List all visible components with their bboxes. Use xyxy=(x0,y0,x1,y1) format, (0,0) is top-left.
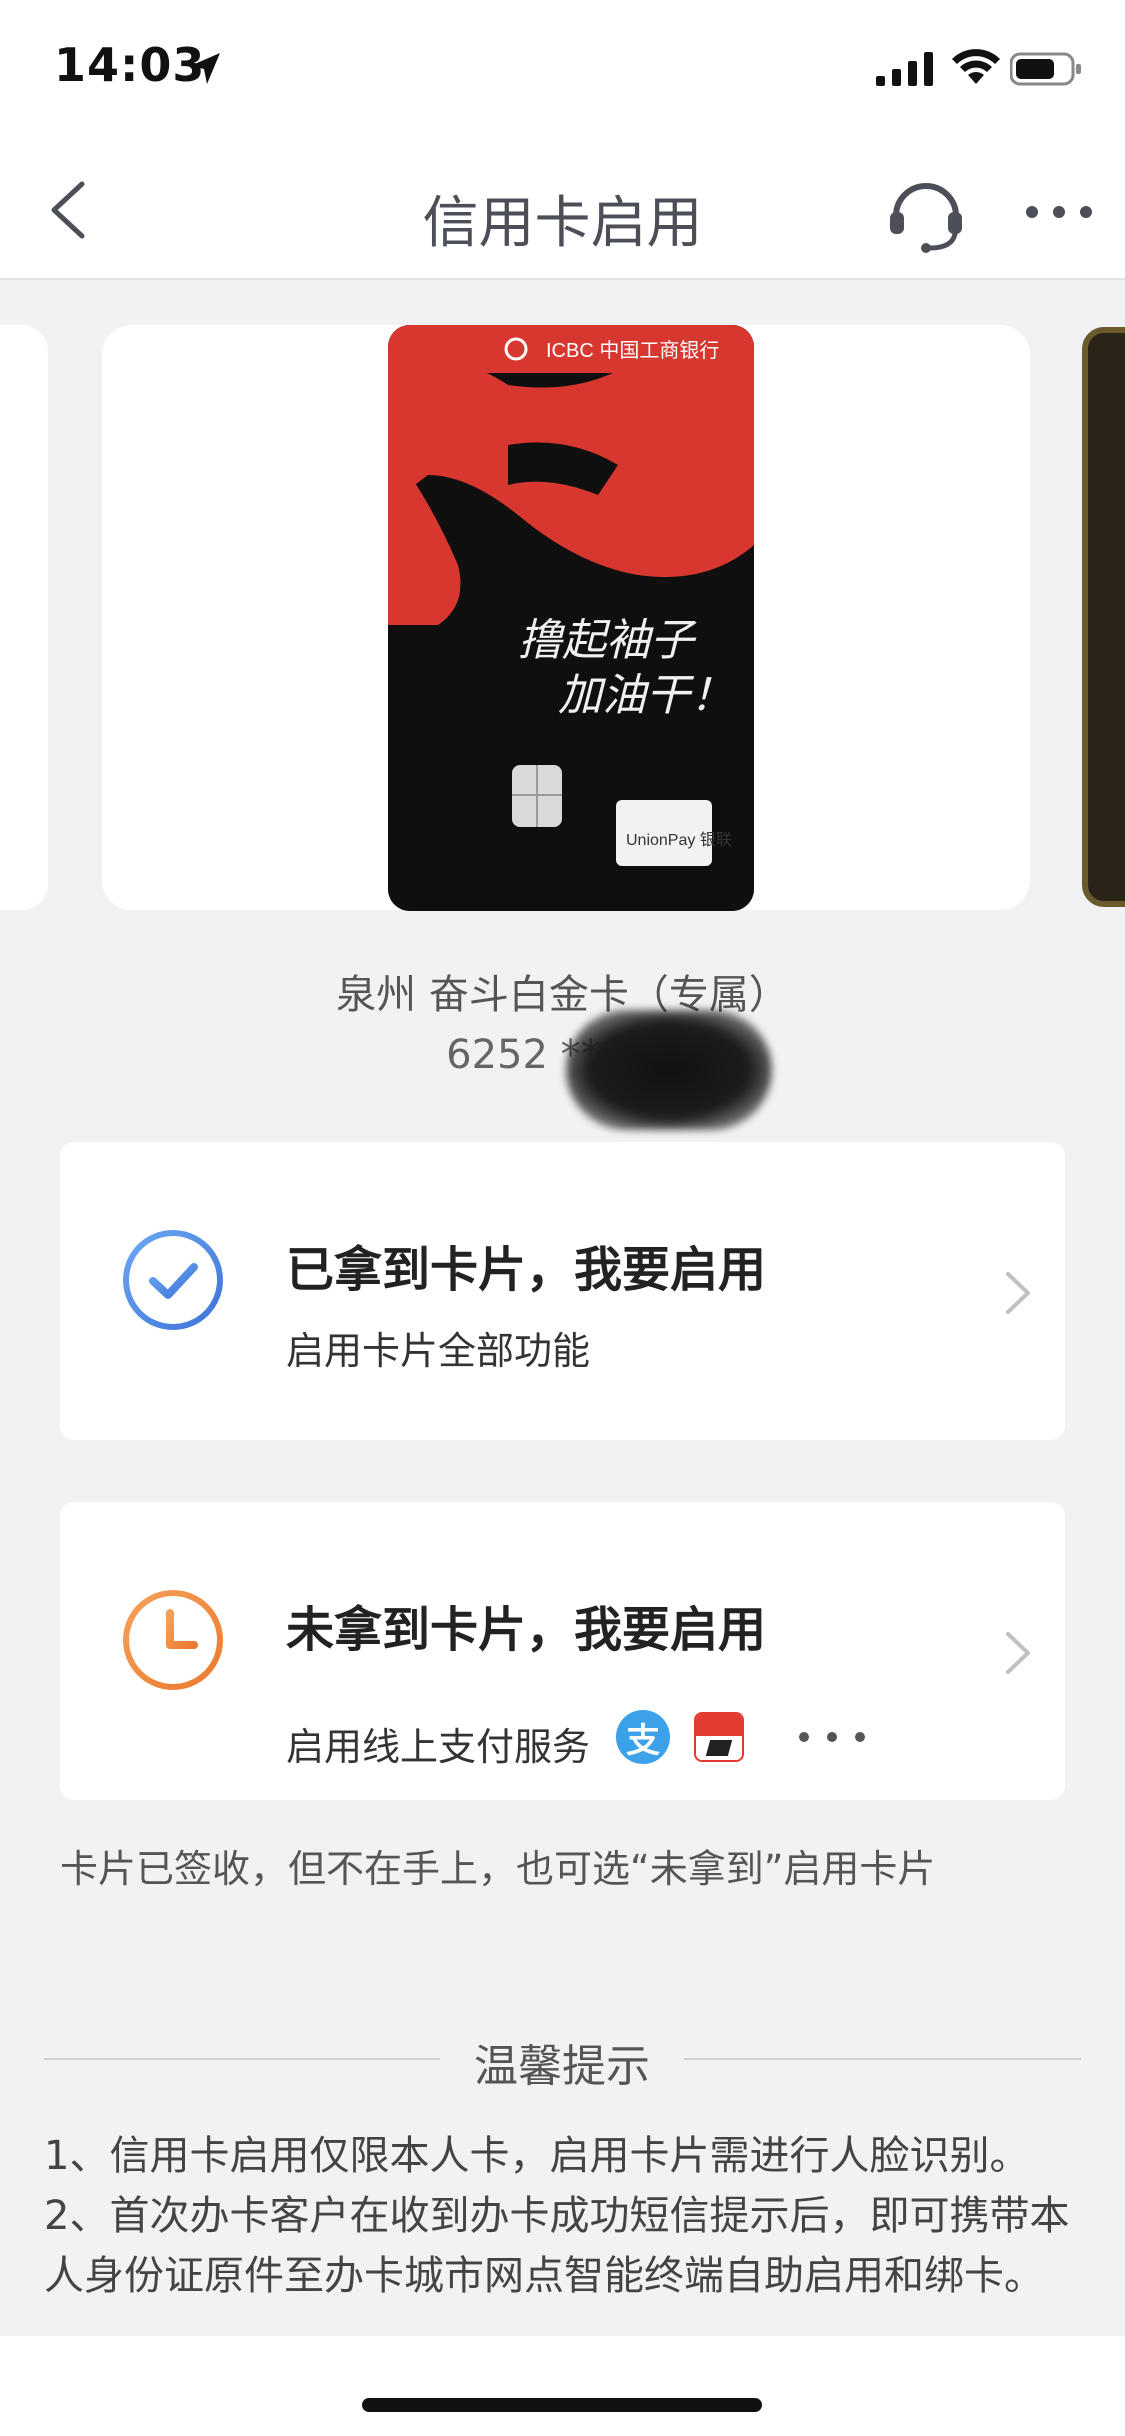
cellular-signal-icon xyxy=(876,52,933,86)
tips-header: 温馨提示 xyxy=(44,2026,1081,2092)
online-payment-icons: 支 xyxy=(616,1710,872,1764)
more-icon xyxy=(799,1732,865,1742)
screen: 14:03 信用卡启用 ICBC 中国工商银行 撸起袖子 加油干！ UnionP… xyxy=(0,0,1125,2436)
credit-card-image: ICBC 中国工商银行 撸起袖子 加油干！ UnionPay 银联 xyxy=(388,325,754,911)
card-network-text: UnionPay 银联 xyxy=(626,831,732,849)
status-time: 14:03 xyxy=(54,38,206,92)
tip-item: 2、首次办卡客户在收到办卡成功短信提示后，即可携带本人身份证原件至办卡城市网点智… xyxy=(44,2193,1070,2299)
activate-received-card-option[interactable]: 已拿到卡片，我要启用 启用卡片全部功能 xyxy=(60,1142,1065,1440)
option-title: 已拿到卡片，我要启用 xyxy=(286,1242,767,1298)
wifi-icon xyxy=(952,49,1000,84)
home-indicator[interactable] xyxy=(362,2398,762,2412)
clock-icon xyxy=(123,1590,223,1690)
divider xyxy=(684,2058,1081,2060)
navigation-bar: 信用卡启用 xyxy=(0,140,1125,280)
activate-unreceived-card-option[interactable]: 未拿到卡片，我要启用 启用线上支付服务 支 xyxy=(60,1502,1065,1800)
check-circle-icon xyxy=(123,1230,223,1330)
next-card-peek[interactable] xyxy=(1082,327,1125,907)
card-slogan-line-1: 撸起袖子 xyxy=(518,615,697,666)
card-panel: ICBC 中国工商银行 撸起袖子 加油干！ UnionPay 银联 xyxy=(102,325,1030,911)
option-title: 未拿到卡片，我要启用 xyxy=(286,1602,767,1658)
battery-icon xyxy=(1010,52,1081,86)
option-subtitle: 启用线上支付服务 xyxy=(286,1725,591,1769)
option-subtitle: 启用卡片全部功能 xyxy=(286,1329,591,1373)
status-bar: 14:03 xyxy=(0,0,1125,140)
tip-item: 1、信用卡启用仅限本人卡，启用卡片需进行人脸识别。 xyxy=(44,2133,1030,2179)
divider xyxy=(44,2058,440,2060)
chevron-right-icon xyxy=(1006,1632,1030,1674)
card-brand-text: ICBC 中国工商银行 xyxy=(546,339,719,362)
card-slogan-line-2: 加油干！ xyxy=(558,670,734,721)
bottom-safe-area xyxy=(0,2336,1125,2436)
card-product-name: 泉州 奋斗白金卡（专属） xyxy=(336,972,789,1018)
alipay-icon: 支 xyxy=(616,1710,670,1764)
hint-text: 卡片已签收，但不在手上，也可选“未拿到”启用卡片 xyxy=(60,1847,936,1891)
previous-card-peek[interactable] xyxy=(0,325,48,910)
card-artwork: ICBC 中国工商银行 撸起袖子 加油干！ UnionPay 银联 xyxy=(388,325,754,911)
chevron-right-icon xyxy=(1006,1272,1030,1314)
customer-service-headset-icon[interactable] xyxy=(884,170,968,254)
more-options-icon[interactable] xyxy=(1024,200,1094,224)
card-number: 6252 **** 3 xyxy=(446,1032,679,1078)
redaction-mask xyxy=(566,1010,772,1130)
tips-body: 1、信用卡启用仅限本人卡，启用卡片需进行人脸识别。 2、首次办卡客户在收到办卡成… xyxy=(44,2126,1084,2306)
card-carousel[interactable]: ICBC 中国工商银行 撸起袖子 加油干！ UnionPay 银联 xyxy=(0,325,1125,915)
unionpay-quickpass-icon xyxy=(694,1712,744,1762)
location-arrow-icon xyxy=(190,53,220,84)
tips-title: 温馨提示 xyxy=(474,2041,650,2092)
